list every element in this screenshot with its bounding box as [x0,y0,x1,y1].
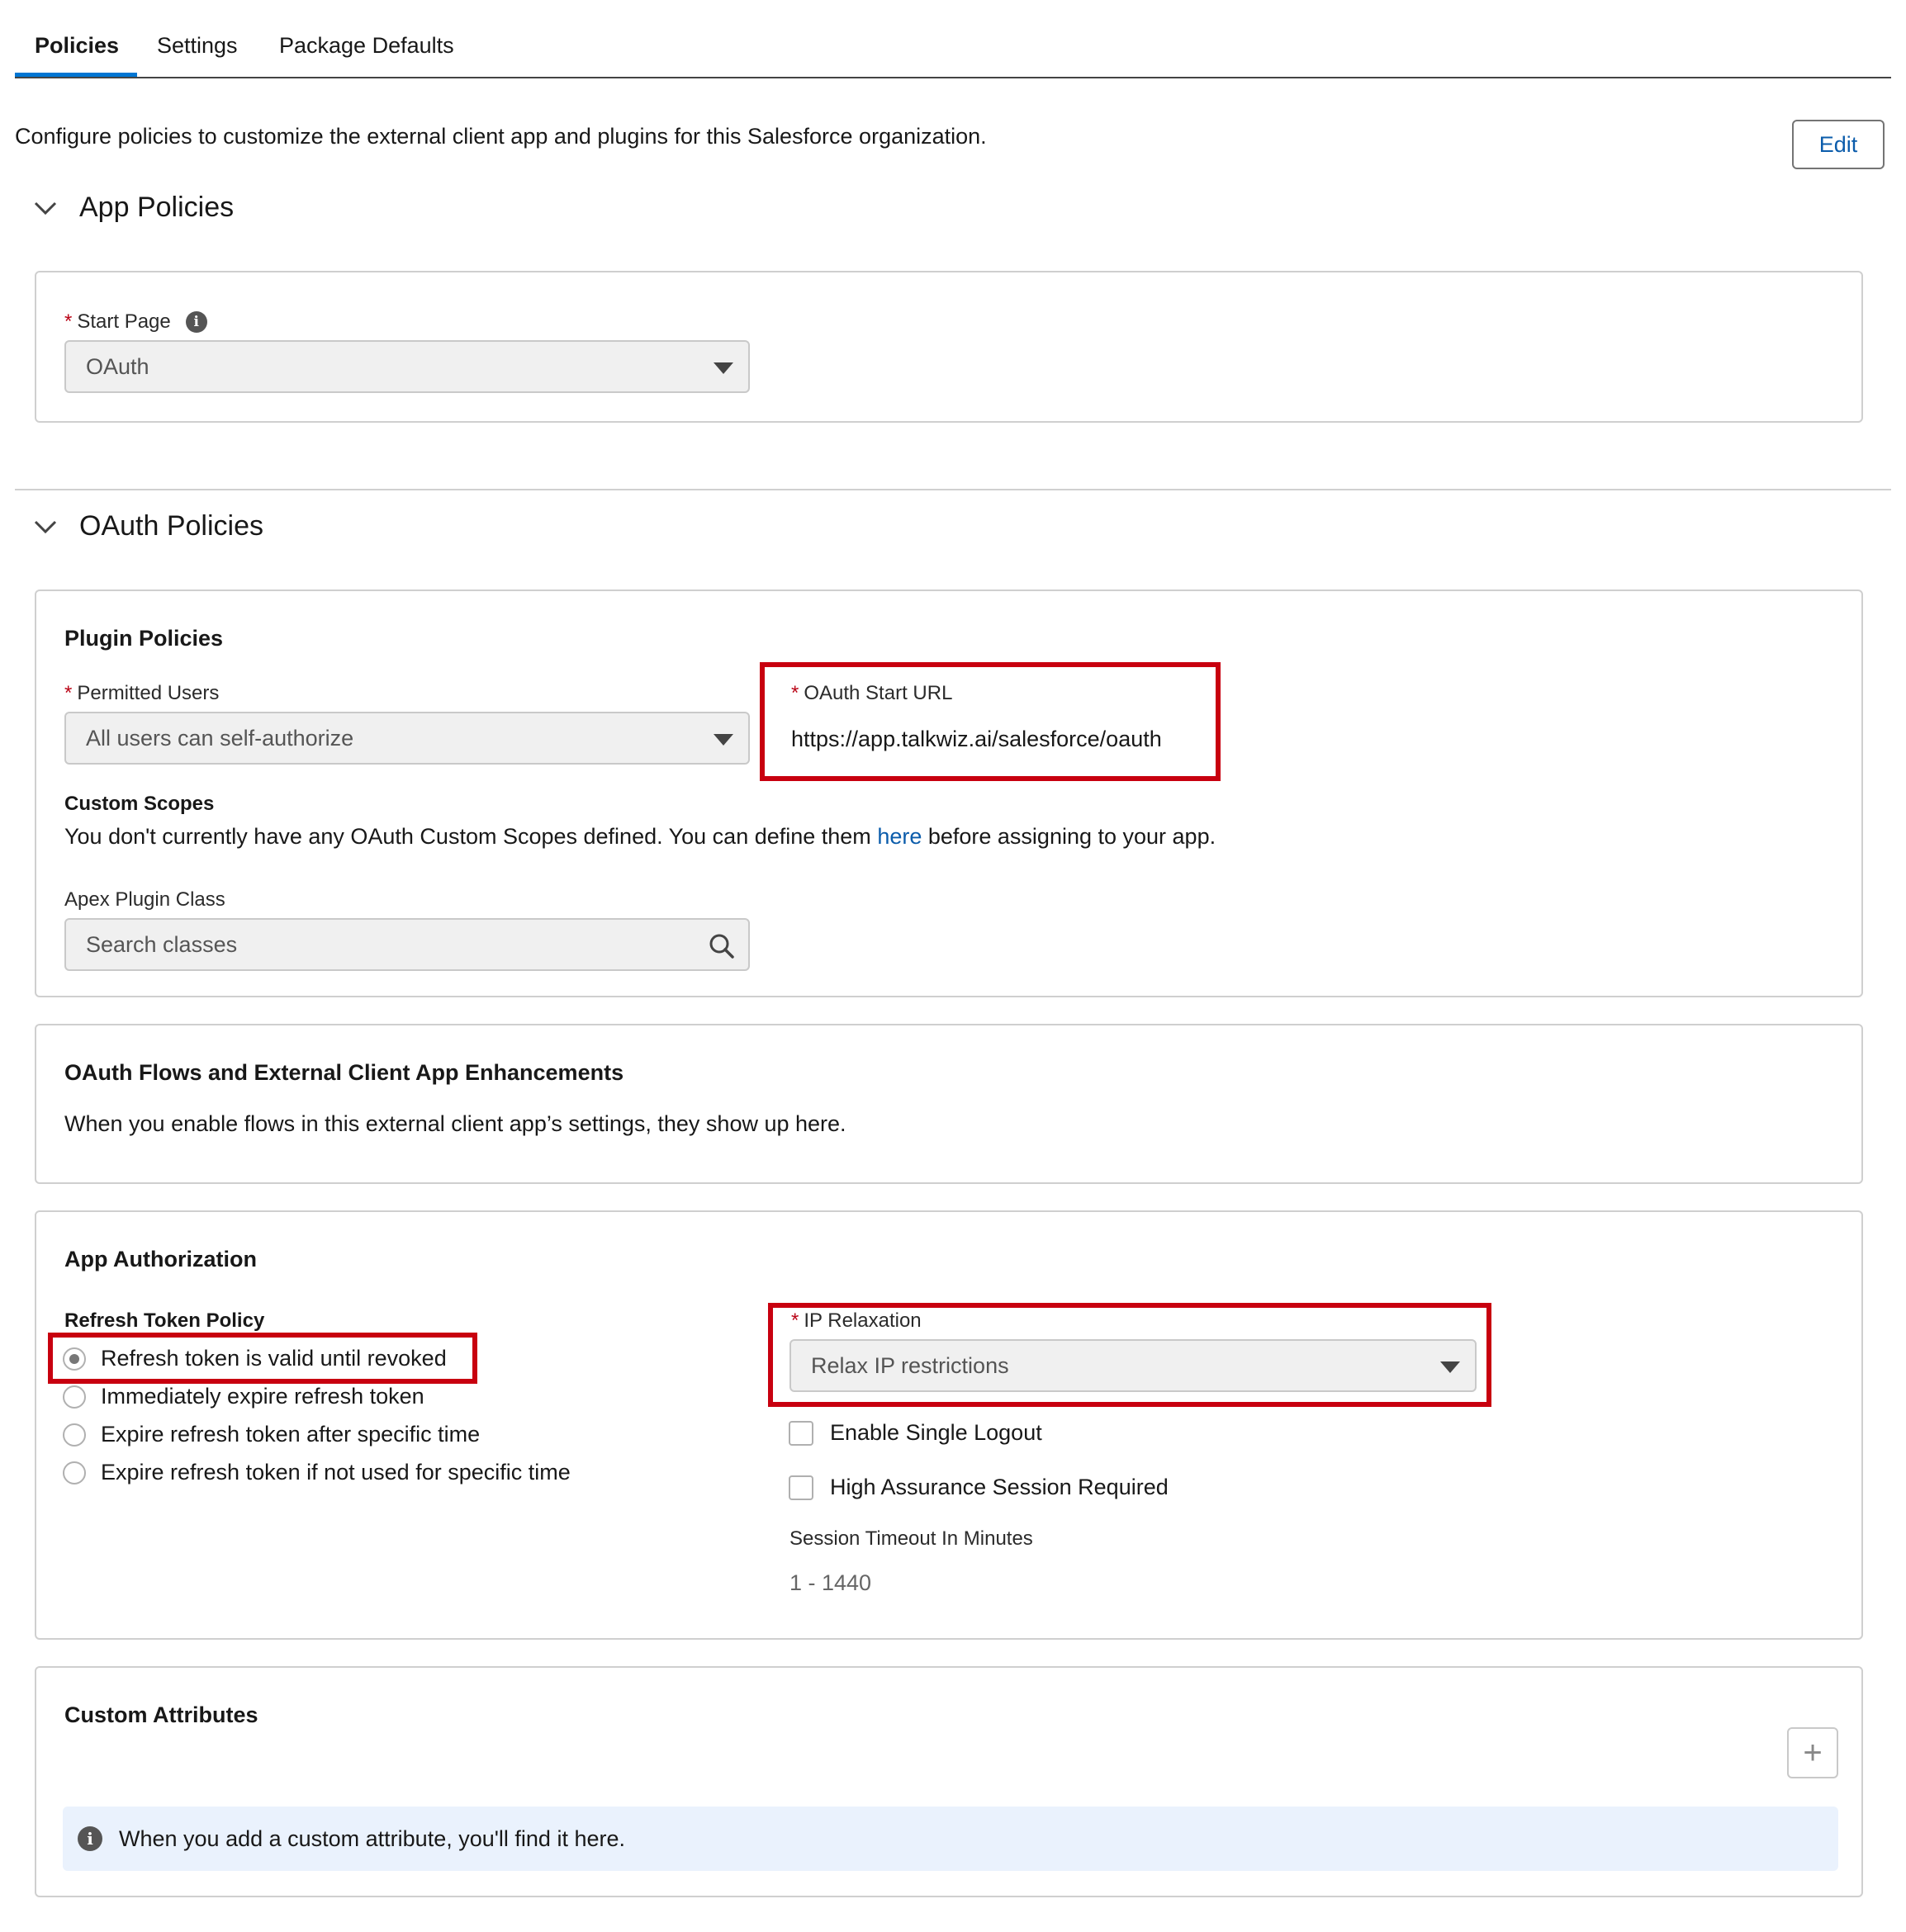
checkbox[interactable] [789,1420,813,1446]
chevron-down-icon [34,201,57,215]
app-authorization-title: App Authorization [64,1247,257,1271]
custom-scopes-title: Custom Scopes [64,793,215,815]
oauth-policies-header[interactable]: OAuth Policies [33,510,263,542]
section-divider [15,489,1891,490]
apex-plugin-class-label: Apex Plugin Class [64,888,225,911]
refresh-token-policy-label: Refresh Token Policy [64,1309,265,1332]
start-page-select[interactable]: OAuth [64,340,750,393]
start-page-label: * Start Page i [64,310,207,334]
oauth-flows-text: When you enable flows in this external c… [64,1111,846,1136]
custom-scopes-link[interactable]: here [877,824,922,849]
tab-divider [15,77,1891,78]
chevron-down-icon [34,520,57,533]
permitted-users-label: * Permitted Users [64,682,220,704]
radio-button[interactable] [63,1385,86,1409]
custom-attributes-empty-notice: i When you add a custom attribute, you'l… [63,1807,1838,1871]
highlight-refresh-token-option [48,1333,477,1384]
search-icon [709,934,734,959]
page-description: Configure policies to customize the exte… [15,124,987,149]
refresh-option-immediately-expire[interactable]: Immediately expire refresh token [63,1384,424,1409]
info-icon[interactable]: i [185,311,207,333]
session-timeout-input[interactable]: 1 - 1440 [789,1570,871,1596]
tab-policies[interactable]: Policies [35,33,119,59]
high-assurance-session[interactable]: High Assurance Session Required [789,1475,1169,1500]
plugin-policies-title: Plugin Policies [64,626,224,651]
enable-single-logout[interactable]: Enable Single Logout [789,1420,1042,1446]
dropdown-arrow-icon [714,362,733,374]
checkbox[interactable] [789,1475,813,1500]
refresh-option-expire-if-unused[interactable]: Expire refresh token if not used for spe… [63,1460,571,1485]
app-policies-title: App Policies [79,192,235,223]
app-policies-header[interactable]: App Policies [33,192,234,224]
dropdown-arrow-icon [714,734,733,746]
apex-plugin-class-search[interactable]: Search classes [64,918,750,971]
radio-button[interactable] [63,1461,86,1485]
add-custom-attribute-button[interactable]: + [1787,1727,1838,1778]
radio-button[interactable] [63,1423,86,1447]
refresh-option-expire-after-time[interactable]: Expire refresh token after specific time [63,1422,480,1447]
edit-button[interactable]: Edit [1792,120,1885,169]
oauth-policies-title: OAuth Policies [79,510,263,542]
highlight-ip-relaxation [768,1303,1491,1407]
highlight-oauth-start-url [760,662,1221,781]
permitted-users-select[interactable]: All users can self-authorize [64,712,750,765]
tab-settings[interactable]: Settings [157,33,238,59]
custom-scopes-text: You don't currently have any OAuth Custo… [64,824,1216,849]
custom-attributes-title: Custom Attributes [64,1702,258,1727]
custom-attributes-empty-text: When you add a custom attribute, you'll … [119,1825,625,1851]
app-policies-card: * Start Page i OAuth [35,271,1863,423]
plugin-policies-card: Plugin Policies * Permitted Users All use… [35,590,1863,997]
tab-package-defaults[interactable]: Package Defaults [279,33,454,59]
oauth-flows-card: OAuth Flows and External Client App Enha… [35,1024,1863,1184]
oauth-flows-title: OAuth Flows and External Client App Enha… [64,1060,624,1085]
info-icon: i [78,1826,102,1851]
session-timeout-label: Session Timeout In Minutes [789,1527,1033,1550]
